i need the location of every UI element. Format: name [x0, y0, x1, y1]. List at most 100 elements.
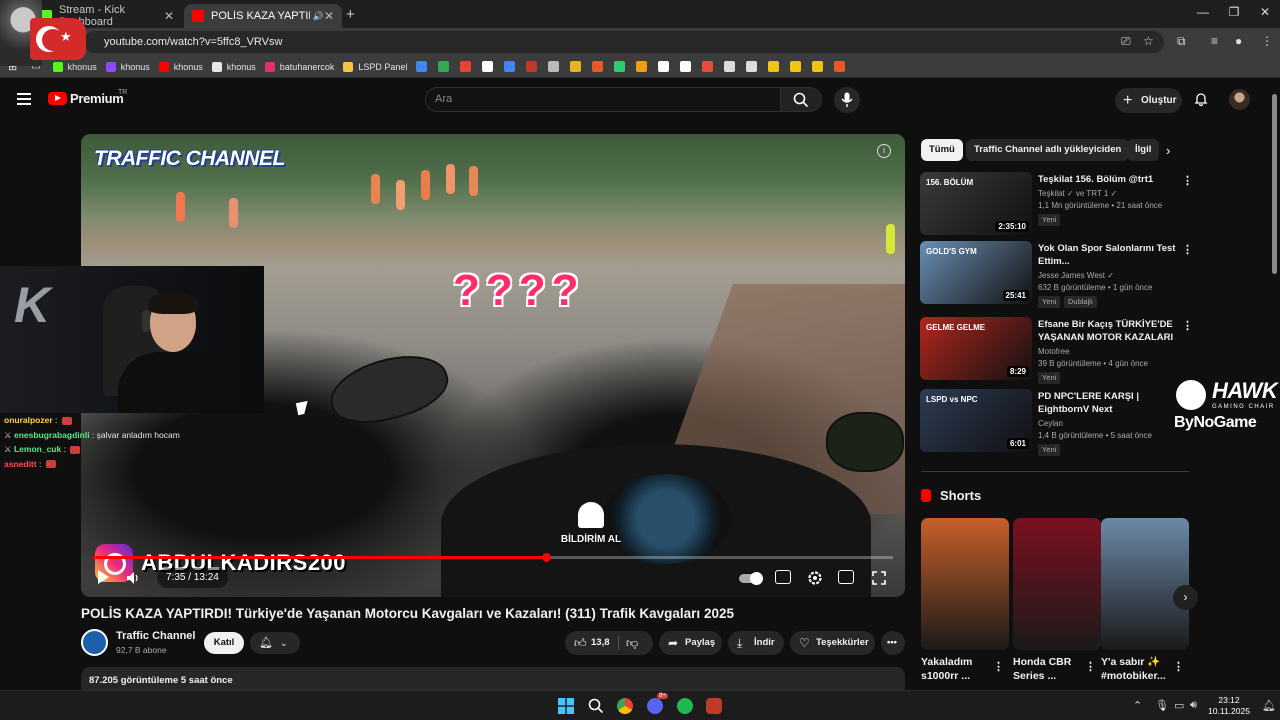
thumbs-down-icon[interactable]: 👎︎ [626, 636, 638, 651]
scrollbar-thumb[interactable] [1272, 94, 1277, 274]
network-icon[interactable]: ▭ [1174, 699, 1184, 712]
bookmark-youtube-khonus[interactable]: khonus [158, 61, 203, 72]
bookmark-icon[interactable] [570, 61, 582, 72]
tab-youtube-video[interactable]: POLİS KAZA YAPTIRDI! Türk 🔊 ✕ [184, 4, 342, 28]
channel-name[interactable]: Teşkilat ✓ ve TRT 1 ✓ [1038, 189, 1117, 198]
bookmark-icon[interactable] [636, 61, 648, 72]
video-thumbnail[interactable]: GOLD'S GYM 25:41 [920, 241, 1032, 304]
system-clock[interactable]: 23:12 10.11.2025 [1206, 695, 1252, 717]
chevron-up-icon[interactable]: ⌃ [1133, 699, 1142, 712]
windows-start-icon[interactable] [558, 698, 574, 714]
join-button[interactable]: Katıl [204, 632, 244, 654]
bookmark-icon[interactable] [504, 61, 516, 72]
channel-name[interactable]: Jesse James West ✓ [1038, 271, 1114, 280]
subtitles-icon[interactable] [775, 570, 791, 584]
bookmark-icon[interactable] [702, 61, 714, 72]
close-window-button[interactable]: ✕ [1255, 5, 1275, 19]
search-icon[interactable] [588, 698, 604, 714]
notifications-bell-icon[interactable] [1194, 92, 1208, 106]
bookmark-icon[interactable] [812, 61, 824, 72]
chip-all[interactable]: Tümü [921, 139, 963, 161]
bookmark-icon[interactable] [482, 61, 494, 72]
short-thumbnail[interactable] [1013, 518, 1101, 650]
short-thumbnail[interactable] [1101, 518, 1189, 650]
recommendation-item[interactable]: GELME GELME 8:29 Efsane Bir Kaçış TÜRKİYE'… [920, 317, 1193, 384]
bookmark-icon[interactable] [790, 61, 802, 72]
scrubber-handle[interactable] [541, 553, 551, 562]
bookmark-star-icon[interactable]: ☆ [1143, 34, 1154, 48]
hamburger-menu-icon[interactable] [17, 93, 31, 105]
bookmark-x-khonus[interactable]: khonus [211, 61, 256, 72]
more-vertical-icon[interactable]: ⋮ [1182, 174, 1193, 187]
bookmark-icon[interactable] [746, 61, 758, 72]
create-button[interactable]: + Oluştur [1115, 88, 1182, 113]
bookmark-icon[interactable] [614, 61, 626, 72]
app-icon[interactable] [706, 698, 722, 714]
shorts-next-button[interactable]: › [1173, 585, 1198, 610]
more-vertical-icon[interactable]: ⋮ [993, 660, 1004, 673]
video-title[interactable]: Yok Olan Spor Salonlarını Test Ettim... [1038, 242, 1176, 268]
chip-from-uploader[interactable]: Traffic Channel adlı yükleyiciden [966, 139, 1130, 161]
recommendation-item[interactable]: GOLD'S GYM 25:41 Yok Olan Spor Salonlarını… [920, 241, 1193, 308]
short-title[interactable]: Yakaladım s1000rr ... [921, 655, 997, 683]
short-thumbnail[interactable] [921, 518, 1009, 650]
bookmark-icon[interactable] [834, 61, 846, 72]
video-thumbnail[interactable]: 156. BÖLÜM 2:35:10 [920, 172, 1032, 235]
video-title[interactable]: PD NPC'LERE KARŞI | EightbornV Next [1038, 390, 1176, 416]
theater-mode-icon[interactable] [838, 570, 854, 584]
bookmark-icon[interactable] [460, 61, 472, 72]
search-button[interactable] [781, 87, 822, 112]
channel-avatar[interactable] [81, 629, 108, 656]
bookmark-icon[interactable] [548, 61, 560, 72]
video-thumbnail[interactable]: GELME GELME 8:29 [920, 317, 1032, 380]
bookmark-icon[interactable] [438, 61, 450, 72]
more-vertical-icon[interactable]: ⋮ [1182, 319, 1193, 332]
microphone-icon[interactable]: 🎙︎ [1155, 699, 1169, 712]
account-avatar[interactable] [1229, 89, 1250, 110]
youtube-premium-wordmark[interactable]: Premium [70, 91, 124, 106]
thanks-button[interactable]: ♡ Teşekkürler [790, 631, 875, 655]
bookmark-icon[interactable] [592, 61, 604, 72]
settings-gear-icon[interactable] [807, 570, 823, 586]
minimize-button[interactable]: — [1193, 5, 1213, 19]
more-vertical-icon[interactable]: ⋮ [1173, 660, 1184, 673]
spotify-icon[interactable] [677, 698, 693, 714]
bookmark-icon[interactable] [768, 61, 780, 72]
video-title[interactable]: Efsane Bir Kaçış TÜRKİYE'DE YAŞANAN MOTO… [1038, 318, 1176, 345]
chrome-icon[interactable] [617, 698, 633, 714]
voice-search-button[interactable] [834, 87, 860, 113]
page-scrollbar[interactable] [1271, 84, 1278, 684]
media-controls-icon[interactable]: ≡ [1211, 34, 1218, 48]
channel-name[interactable]: Ceylan [1038, 419, 1063, 428]
share-button[interactable]: ➦ Paylaş [659, 631, 722, 655]
restore-button[interactable]: ❐ [1224, 5, 1244, 19]
video-title[interactable]: Teşkilat 156. Bölüm @trt1 [1038, 173, 1176, 186]
channel-name[interactable]: Motofree [1038, 347, 1070, 356]
short-title[interactable]: Y'a sabır ✨ #motobiker... [1101, 655, 1177, 683]
subscribed-bell-button[interactable]: 🔔︎ ⌄ [250, 632, 300, 654]
close-tab-icon[interactable]: ✕ [324, 9, 334, 23]
fullscreen-icon[interactable] [872, 571, 886, 585]
bookmark-icon[interactable] [680, 61, 692, 72]
close-tab-icon[interactable]: ✕ [164, 9, 174, 23]
search-input[interactable]: Ara [425, 87, 781, 112]
info-icon[interactable]: i [877, 144, 891, 158]
address-bar[interactable]: youtube.com/watch?v=5ffc8_VRVsw [84, 31, 1164, 53]
extensions-icon[interactable]: ⧉ [1177, 34, 1186, 49]
more-vertical-icon[interactable]: ⋮ [1182, 243, 1193, 256]
new-tab-button[interactable]: + [346, 6, 355, 23]
video-thumbnail[interactable]: LSPD vs NPC 6:01 [920, 389, 1032, 452]
more-vertical-icon[interactable]: ⋮ [1085, 660, 1096, 673]
bookmark-icon[interactable] [526, 61, 538, 72]
discord-icon[interactable] [647, 698, 663, 714]
volume-icon[interactable] [127, 572, 140, 584]
bookmark-twitch-khonus[interactable]: khonus [105, 61, 150, 72]
download-button[interactable]: ⤓ İndir [728, 631, 784, 655]
chip-related[interactable]: İlgil [1127, 139, 1159, 161]
channel-name[interactable]: Traffic Channel [116, 630, 195, 642]
like-button[interactable]: 👍︎ 13,8 [565, 631, 653, 655]
progress-bar[interactable] [93, 553, 893, 562]
short-title[interactable]: Honda CBR Series ... [1013, 655, 1089, 683]
bookmark-icon[interactable] [658, 61, 670, 72]
recommendation-item[interactable]: 156. BÖLÜM 2:35:10 Teşkilat 156. Bölüm @tr… [920, 172, 1193, 236]
